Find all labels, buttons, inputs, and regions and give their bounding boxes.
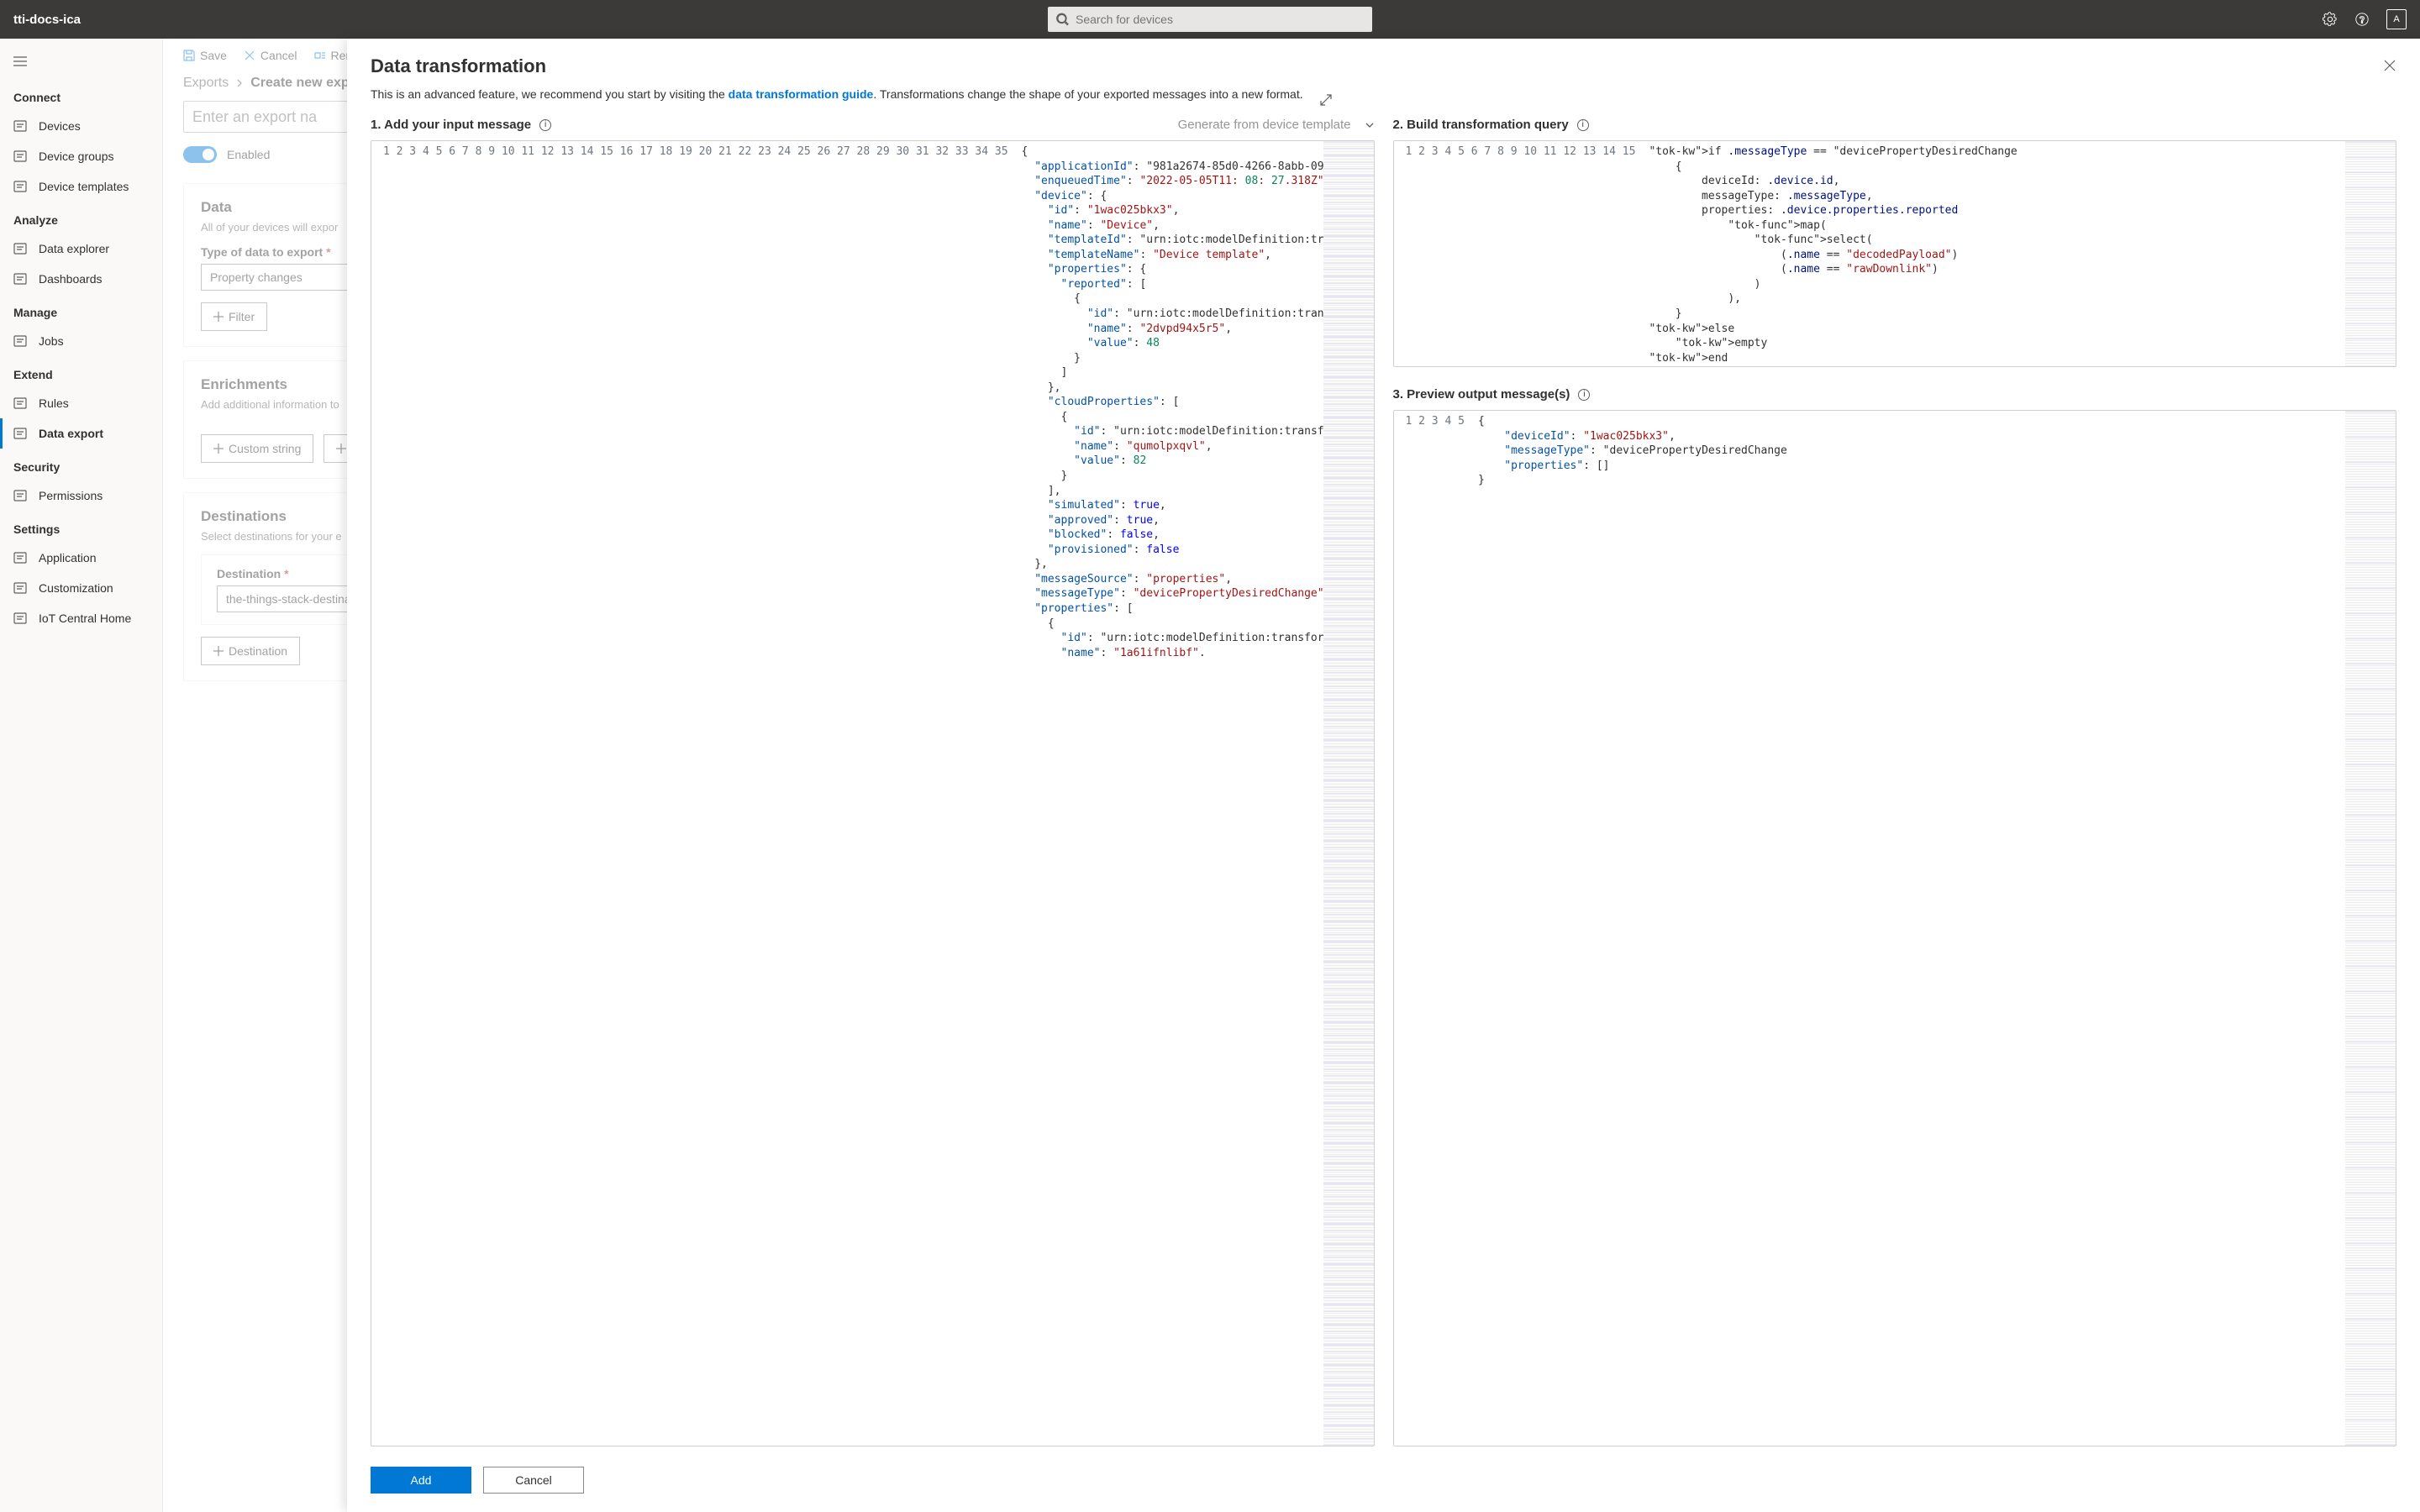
sidebar-section: Security <box>0 449 162 480</box>
section-3-title: 3. Preview output message(s) <box>1393 387 1570 402</box>
cancel-button[interactable]: Cancel <box>483 1467 584 1494</box>
sidebar-item-jobs[interactable]: Jobs <box>0 326 162 356</box>
sidebar-item-customization[interactable]: Customization <box>0 573 162 603</box>
search-box[interactable] <box>1048 7 1372 32</box>
sidebar-section: Connect <box>0 79 162 111</box>
sidebar: Connect Devices Device groups Device templa… <box>0 39 163 1512</box>
sidebar-item-label: Devices <box>39 119 81 133</box>
minimap[interactable] <box>2345 141 2396 366</box>
hamburger-icon[interactable] <box>0 45 162 79</box>
panel-title: Data transformation <box>371 55 546 77</box>
info-icon[interactable]: i <box>539 119 551 131</box>
device-groups-icon <box>13 150 27 163</box>
sidebar-item-label: Data explorer <box>39 242 109 255</box>
sidebar-section: Extend <box>0 356 162 388</box>
close-button[interactable] <box>2383 59 2396 75</box>
search-input[interactable] <box>1076 13 1364 26</box>
sidebar-item-device-templates[interactable]: Device templates <box>0 171 162 202</box>
expand-icon <box>1320 94 1332 106</box>
transformation-guide-link[interactable]: data transformation guide <box>729 87 874 101</box>
minimap[interactable] <box>2345 411 2396 1446</box>
sidebar-item-label: Application <box>39 551 97 564</box>
section-1-title: 1. Add your input message <box>371 118 531 132</box>
gear-icon[interactable] <box>2323 12 2338 27</box>
sidebar-item-label: Permissions <box>39 489 103 502</box>
minimap[interactable] <box>1323 141 1374 1446</box>
preview-editor[interactable]: 1 2 3 4 5 { "deviceId": "1wac025bkx3", "… <box>1393 410 2397 1446</box>
sidebar-item-label: Device groups <box>39 150 114 163</box>
input-message-editor[interactable]: 1 2 3 4 5 6 7 8 9 10 11 12 13 14 15 16 1… <box>371 140 1375 1446</box>
application-icon <box>13 551 27 564</box>
sidebar-item-label: IoT Central Home <box>39 612 131 625</box>
query-editor[interactable]: 1 2 3 4 5 6 7 8 9 10 11 12 13 14 15 "tok… <box>1393 140 2397 367</box>
rules-icon <box>13 396 27 410</box>
sidebar-item-permissions[interactable]: Permissions <box>0 480 162 511</box>
sidebar-section: Settings <box>0 511 162 543</box>
customization-icon <box>13 581 27 595</box>
explorer-icon <box>13 242 27 255</box>
sidebar-section: Manage <box>0 294 162 326</box>
add-button[interactable]: Add <box>371 1467 471 1494</box>
sidebar-section: Analyze <box>0 202 162 234</box>
permissions-icon <box>13 489 27 502</box>
info-icon[interactable]: i <box>1578 389 1590 401</box>
panel-description: This is an advanced feature, we recommen… <box>371 86 1303 103</box>
sidebar-item-iot-central-home[interactable]: IoT Central Home <box>0 603 162 633</box>
app-title: tti-docs-ica <box>13 13 81 27</box>
generate-template-link[interactable]: Generate from device template <box>1178 118 1375 132</box>
avatar[interactable]: A <box>2386 9 2407 29</box>
chevron-down-icon <box>1365 120 1375 130</box>
jobs-icon <box>13 334 27 348</box>
app-header: tti-docs-ica A <box>0 0 2420 39</box>
sidebar-item-dashboards[interactable]: Dashboards <box>0 264 162 294</box>
sidebar-item-devices[interactable]: Devices <box>0 111 162 141</box>
info-icon[interactable]: i <box>1577 119 1589 131</box>
sidebar-item-label: Customization <box>39 581 113 595</box>
sidebar-item-device-groups[interactable]: Device groups <box>0 141 162 171</box>
devices-icon <box>13 119 27 133</box>
data-export-icon <box>13 427 27 440</box>
expand-button[interactable] <box>1320 81 1332 106</box>
sidebar-item-application[interactable]: Application <box>0 543 162 573</box>
sidebar-item-data-explorer[interactable]: Data explorer <box>0 234 162 264</box>
close-icon <box>2383 59 2396 72</box>
question-icon[interactable] <box>2354 12 2370 27</box>
sidebar-item-label: Dashboards <box>39 272 103 286</box>
home-icon <box>13 612 27 625</box>
sidebar-item-label: Device templates <box>39 180 129 193</box>
sidebar-item-label: Data export <box>39 427 103 440</box>
sidebar-item-data-export[interactable]: Data export <box>0 418 162 449</box>
section-2-title: 2. Build transformation query <box>1393 118 1569 132</box>
sidebar-item-label: Jobs <box>39 334 64 348</box>
sidebar-item-rules[interactable]: Rules <box>0 388 162 418</box>
templates-icon <box>13 180 27 193</box>
data-transformation-panel: Data transformation This is an advanced … <box>347 39 2420 1512</box>
sidebar-item-label: Rules <box>39 396 69 410</box>
search-icon <box>1056 13 1069 26</box>
dashboards-icon <box>13 272 27 286</box>
